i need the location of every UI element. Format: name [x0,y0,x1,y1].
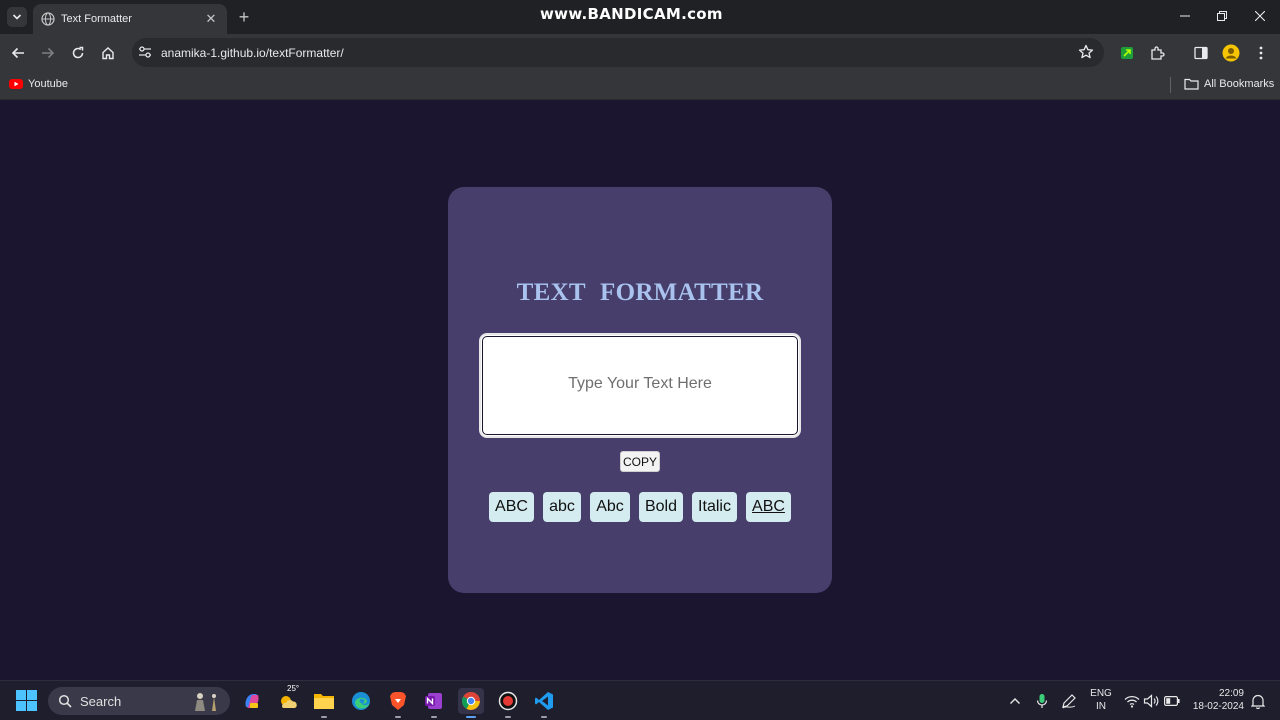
search-icon [58,694,72,708]
minimize-button[interactable] [1175,6,1195,26]
italic-button[interactable]: Italic [692,492,737,522]
onenote-icon [425,693,442,709]
formatter-card: TEXT FORMATTER COPY ABC abc Abc Bold Ita… [448,187,832,593]
forward-button[interactable] [38,43,58,63]
side-panel-icon[interactable] [1191,43,1211,63]
running-indicator [395,716,401,718]
taskbar-clock[interactable]: 22:09 18-02-2024 [1188,687,1244,713]
browser-toolbar: anamika-1.github.io/textFormatter/ [0,34,1280,72]
battery-icon[interactable] [1163,692,1181,710]
taskbar-app-bandicam[interactable] [495,688,521,718]
home-button[interactable] [98,43,118,63]
restore-icon [1217,11,1227,21]
vscode-icon [535,692,553,710]
bold-button[interactable]: Bold [639,492,683,522]
address-url[interactable]: anamika-1.github.io/textFormatter/ [161,46,344,60]
tab-search-button[interactable] [7,7,27,27]
tab-title: Text Formatter [61,13,132,25]
running-indicator [505,716,511,718]
volume-icon[interactable] [1142,692,1160,710]
region-code: IN [1096,701,1106,712]
language-code: ENG [1090,688,1112,699]
folder-icon [1184,78,1199,90]
arrow-left-icon [11,47,24,59]
address-bar[interactable]: anamika-1.github.io/textFormatter/ [132,38,1104,67]
new-tab-button[interactable]: + [235,8,253,26]
clock-date: 18-02-2024 [1192,701,1244,712]
bookmark-star-icon[interactable] [1078,44,1094,65]
home-icon [102,47,114,60]
input-language[interactable]: ENG IN [1089,687,1113,713]
globe-icon [41,12,55,26]
all-bookmarks-label: All Bookmarks [1204,78,1275,90]
taskbar-app-edge[interactable] [348,688,374,714]
bookmark-label: Youtube [28,78,68,90]
running-indicator [541,716,547,718]
arrow-right-icon [42,47,55,59]
close-tab-icon[interactable]: ✕ [203,11,219,27]
taskbar-search[interactable]: Search [48,687,230,715]
taskbar-app-copilot[interactable] [239,688,265,714]
record-icon [498,691,518,711]
recorder-watermark: www.BANDICAM.com [540,5,723,23]
microphone-icon[interactable] [1033,692,1051,710]
running-indicator [431,716,437,718]
browser-menu-icon[interactable] [1251,43,1271,63]
bookmark-youtube[interactable]: Youtube [9,78,68,90]
taskbar-app-onenote[interactable] [421,688,447,718]
search-highlight-icon [190,691,222,711]
wifi-icon[interactable] [1123,692,1141,710]
all-bookmarks-button[interactable]: All Bookmarks [1184,78,1274,90]
back-button[interactable] [8,43,28,63]
taskbar-app-vscode[interactable] [531,688,557,718]
close-window-button[interactable] [1250,6,1270,26]
lowercase-button[interactable]: abc [543,492,581,522]
reload-icon [72,46,84,59]
clock-time: 22:09 [1218,688,1244,699]
brave-icon [390,692,406,710]
extensions-puzzle-icon[interactable] [1147,43,1167,63]
site-settings-icon[interactable] [138,45,152,64]
tray-overflow-icon[interactable] [1006,692,1024,710]
taskbar-app-chrome[interactable] [458,688,484,718]
pen-icon[interactable] [1060,692,1078,710]
extension-green-icon[interactable] [1117,43,1137,63]
bookmarks-divider [1170,77,1171,93]
notification-bell-icon[interactable] [1249,692,1267,710]
windows-taskbar: Search 25° ENG IN 22:09 18-02-2024 [0,680,1280,720]
windows-logo-icon [16,690,37,711]
page-viewport: TEXT FORMATTER COPY ABC abc Abc Bold Ita… [0,100,1280,680]
search-label: Search [80,693,122,709]
restore-button[interactable] [1212,6,1232,26]
profile-avatar[interactable] [1221,43,1241,63]
weather-icon [281,696,297,708]
chrome-icon [461,692,480,710]
close-icon [1255,11,1265,21]
taskbar-app-brave[interactable] [385,688,411,718]
running-indicator [321,716,327,718]
browser-tabstrip: Text Formatter ✕ + www.BANDICAM.com [0,0,1280,34]
folder-icon [314,694,334,709]
weather-temperature: 25° [287,684,300,693]
start-button[interactable] [16,690,37,716]
text-input[interactable] [479,333,801,438]
active-indicator [466,716,476,718]
copy-button[interactable]: COPY [620,451,660,472]
minimize-icon [1180,15,1190,17]
capitalize-button[interactable]: Abc [590,492,630,522]
page-title: TEXT FORMATTER [516,279,764,306]
chevron-down-icon [12,14,22,20]
taskbar-app-file-explorer[interactable] [311,688,337,718]
bookmarks-bar: Youtube All Bookmarks [0,72,1280,100]
edge-icon [352,692,370,710]
reload-button[interactable] [68,43,88,63]
copilot-icon [245,694,259,708]
youtube-icon [9,79,23,89]
underline-button[interactable]: ABC [746,492,791,522]
uppercase-button[interactable]: ABC [489,492,534,522]
tab-text-formatter[interactable]: Text Formatter ✕ [33,4,227,34]
